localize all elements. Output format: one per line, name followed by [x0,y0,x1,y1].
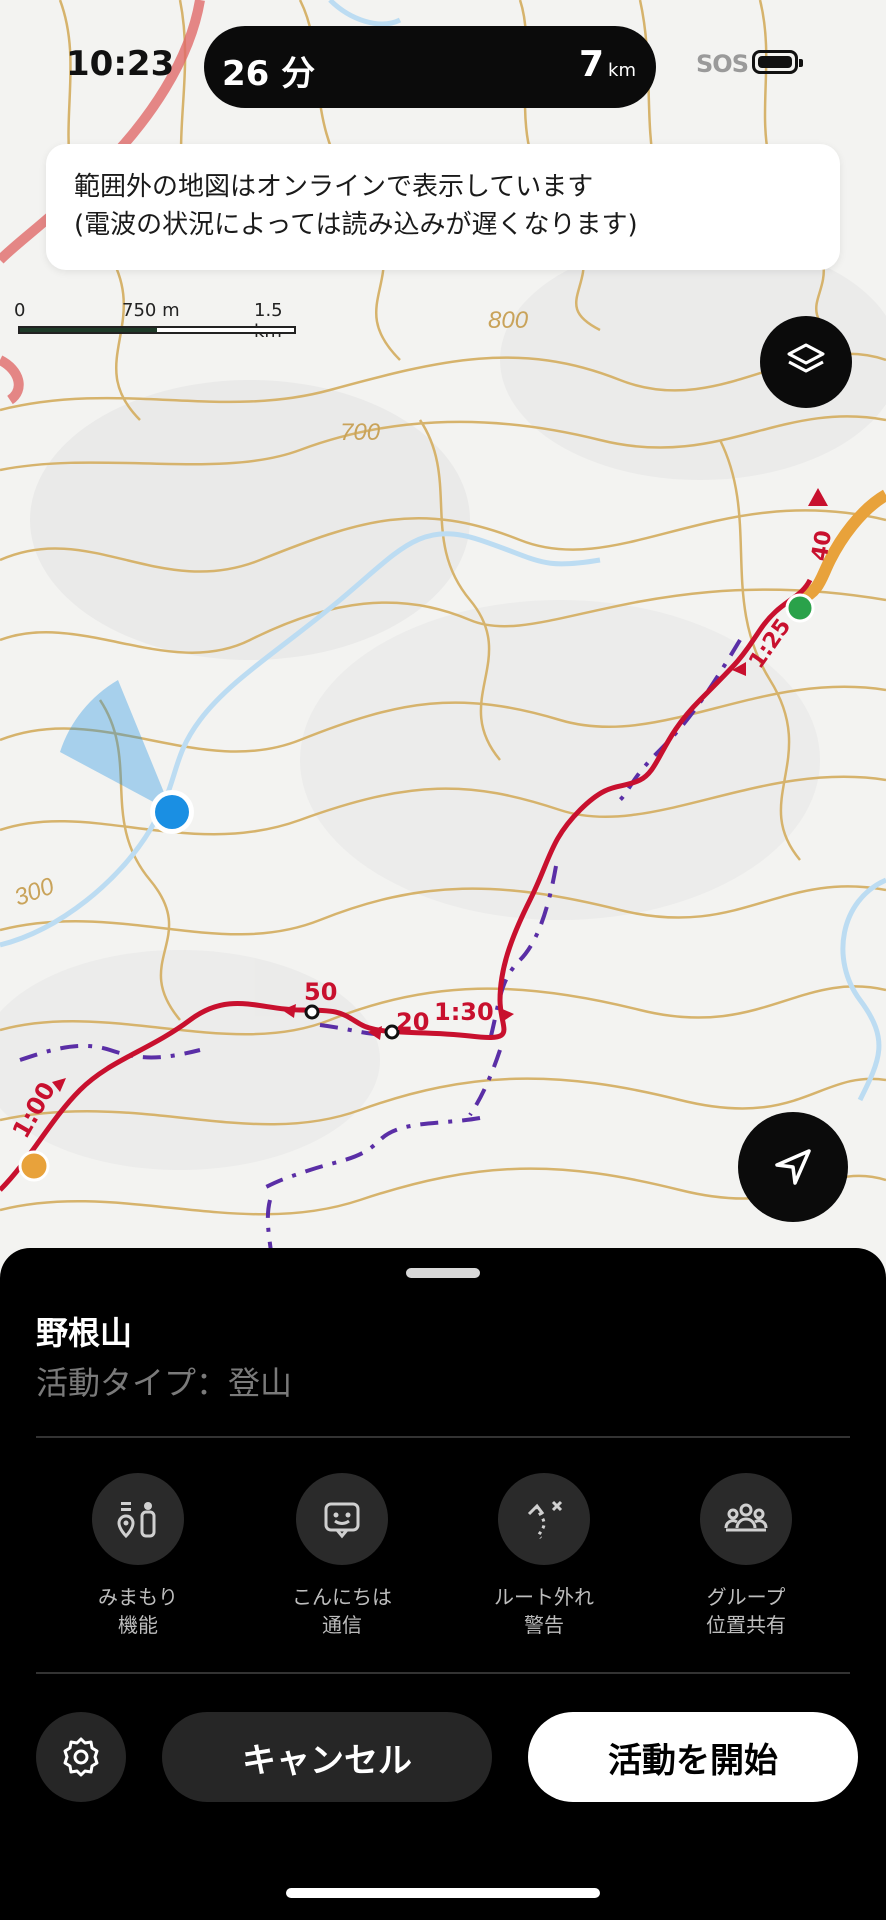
route-time-label: 1:30 [434,998,494,1026]
feature-label-1a: みまもり [98,1585,178,1609]
feature-label-1b: 機能 [118,1613,158,1637]
notice-line-2: (電波の状況によっては読み込みが遅くなります) [74,210,638,240]
route-time-label: 40 [807,529,837,564]
route-title: 野根山 [36,1314,133,1352]
layers-button[interactable] [760,316,852,408]
contour-label: 800 [488,307,529,334]
home-indicator [286,1888,600,1898]
route-time-label: 50 [304,978,337,1006]
island-duration: 26 分 [222,54,316,94]
battery-icon [752,50,803,74]
contour-label: 700 [340,419,381,446]
navigation-arrow-icon [775,1149,811,1185]
island-distance-unit: km [608,60,636,81]
off-route-icon [498,1473,590,1565]
layers-icon [787,343,825,373]
island-distance: 7 km [579,44,636,85]
notice-line-1: 範囲外の地図はオンラインで表示しています [74,172,594,202]
feature-watch-over[interactable]: みまもり 機能 [58,1473,218,1639]
feature-group-share[interactable]: グループ 位置共有 [666,1473,826,1639]
scale-label-zero: 0 [14,300,26,321]
start-activity-button[interactable]: 活動を開始 [528,1712,858,1802]
divider [36,1436,850,1438]
feature-label-3b: 警告 [524,1613,564,1637]
settings-button[interactable] [36,1712,126,1802]
feature-off-route[interactable]: ルート外れ 警告 [464,1473,624,1639]
feature-label-4a: グループ [706,1585,786,1609]
activity-sheet: 野根山 活動タイプ：登山 みまもり 機能 こんにちは 通信 ルート外れ 警告 グ… [0,1248,886,1920]
offline-map-notice: 範囲外の地図はオンラインで表示しています (電波の状況によっては読み込みが遅くな… [46,144,840,270]
scale-label-mid: 750 m [122,300,180,321]
activity-type: 活動タイプ：登山 [36,1364,293,1402]
status-time: 10:23 [66,44,175,84]
scale-bar-line [18,326,296,334]
island-distance-value: 7 [578,44,605,85]
sheet-grabber[interactable] [406,1268,480,1278]
sos-indicator: SOS [696,50,749,78]
activity-island[interactable]: 26 分 7 km [204,26,656,108]
watch-over-icon [92,1473,184,1565]
route-time-label: 20 [396,1008,429,1036]
cancel-button[interactable]: キャンセル [162,1712,492,1802]
feature-label-2b: 通信 [322,1613,362,1637]
current-location-button[interactable] [738,1112,848,1222]
scale-label-max: 1.5 km [254,300,283,342]
map-scale-bar: 0 750 m 1.5 km [14,300,304,342]
gear-icon [63,1737,99,1777]
feature-hello-comm[interactable]: こんにちは 通信 [262,1473,422,1639]
feature-label-3a: ルート外れ [494,1585,594,1609]
divider [36,1672,850,1674]
group-share-icon [700,1473,792,1565]
feature-label-2a: こんにちは [292,1585,392,1609]
feature-label-4b: 位置共有 [706,1613,786,1637]
hello-comm-icon [296,1473,388,1565]
